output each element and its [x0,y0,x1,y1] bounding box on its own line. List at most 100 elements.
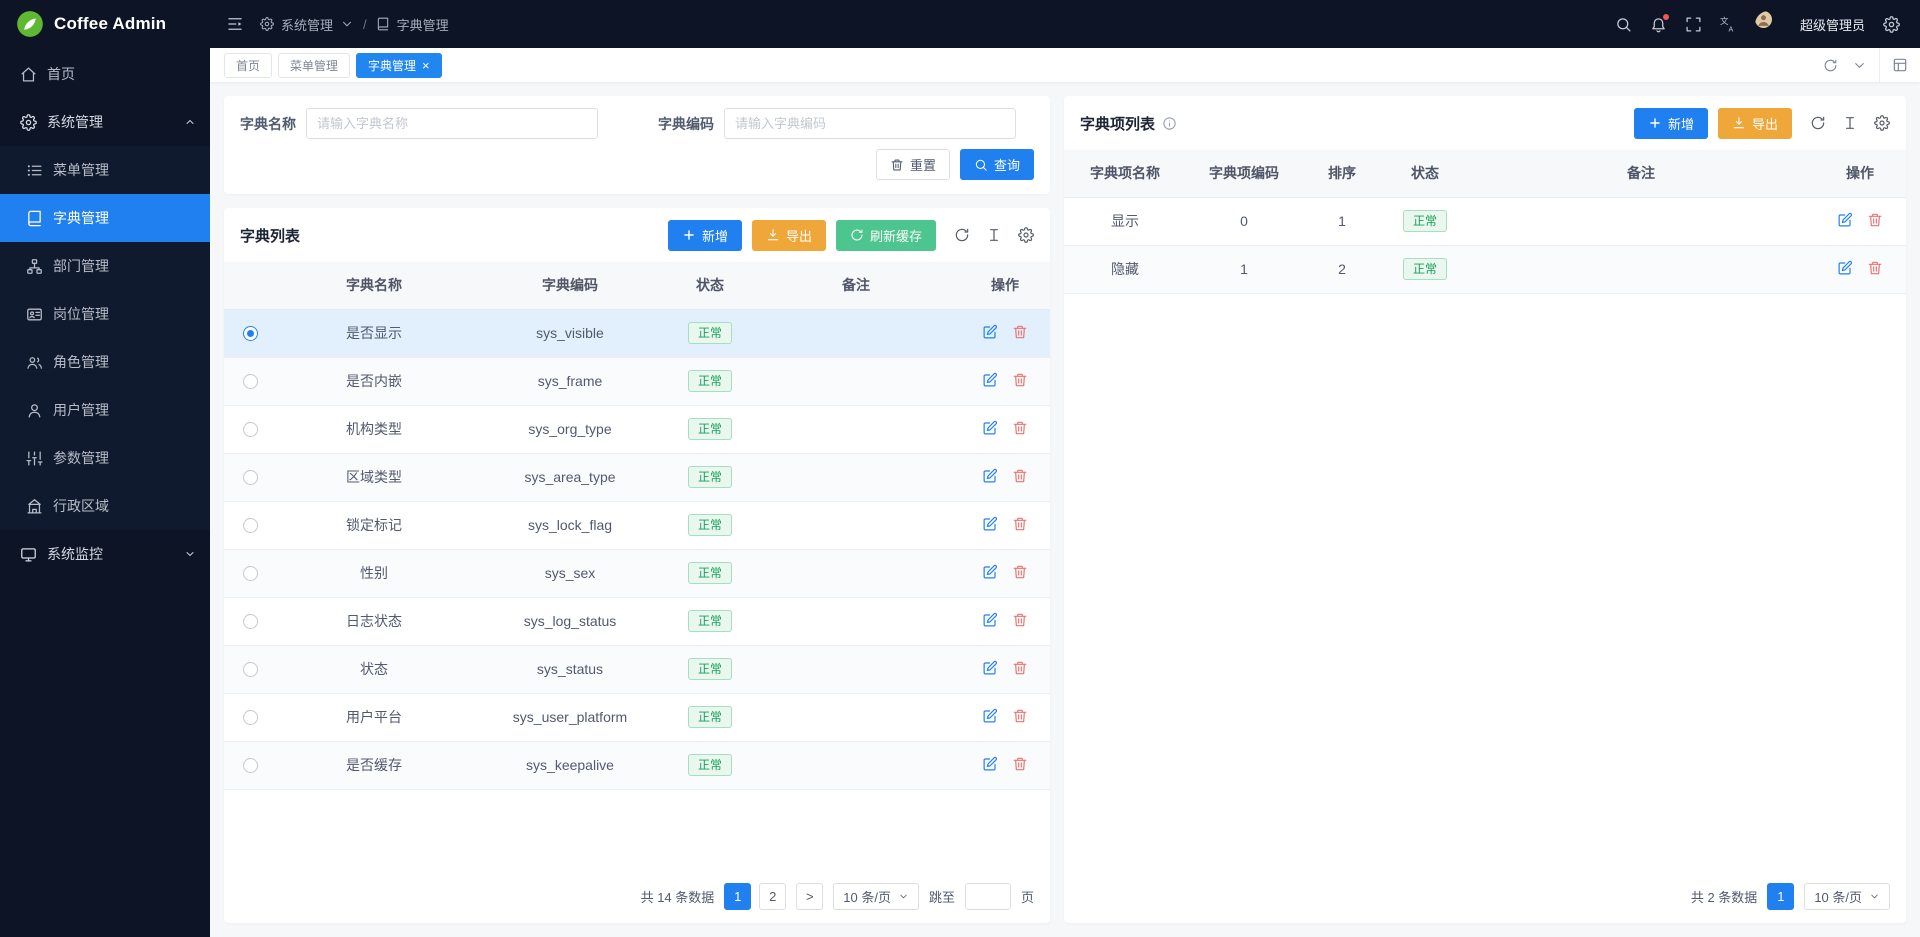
page-button[interactable]: 2 [759,883,786,910]
search-icon[interactable] [1615,16,1632,33]
sidebar-item-role-management[interactable]: 角色管理 [0,338,210,386]
edit-icon[interactable] [1837,212,1853,228]
sidebar-item-param-management[interactable]: 参数管理 [0,434,210,482]
settings-gear-icon[interactable] [1883,16,1900,33]
reset-button[interactable]: 重置 [876,149,950,180]
next-page-button[interactable]: > [796,883,823,910]
dict-code-input[interactable] [724,108,1016,139]
row-radio[interactable] [243,566,258,581]
row-radio[interactable] [243,710,258,725]
edit-icon[interactable] [982,420,998,436]
row-radio[interactable] [243,518,258,533]
delete-icon[interactable] [1012,324,1028,340]
dict-item-row[interactable]: 隐藏12正常 [1064,245,1906,293]
dict-table-row[interactable]: 锁定标记sys_lock_flag正常 [224,501,1050,549]
dict-name-input[interactable] [306,108,598,139]
translate-icon[interactable]: 文A [1720,16,1737,33]
sidebar-item-post-management[interactable]: 岗位管理 [0,290,210,338]
page-button[interactable]: 1 [724,883,751,910]
column-header: 字典编码 [472,262,668,309]
sidebar-item-region-management[interactable]: 行政区域 [0,482,210,530]
dict-table-row[interactable]: 是否缓存sys_keepalive正常 [224,741,1050,789]
delete-icon[interactable] [1012,756,1028,772]
delete-icon[interactable] [1012,420,1028,436]
row-radio[interactable] [243,470,258,485]
delete-icon[interactable] [1012,564,1028,580]
avatar[interactable] [1755,11,1782,38]
sidebar-item-user-management[interactable]: 用户管理 [0,386,210,434]
delete-icon[interactable] [1012,660,1028,676]
tabs-menu-chevron-icon[interactable] [1852,58,1867,73]
row-radio[interactable] [243,614,258,629]
delete-icon[interactable] [1012,516,1028,532]
edit-icon[interactable] [982,372,998,388]
refresh-page-icon[interactable] [1823,58,1838,73]
sidebar-item-home[interactable]: 首页 [0,50,210,98]
dict-table-row[interactable]: 机构类型sys_org_type正常 [224,405,1050,453]
edit-icon[interactable] [982,324,998,340]
sidebar-item-dept-management[interactable]: 部门管理 [0,242,210,290]
column-settings-gear-icon[interactable] [1874,115,1890,131]
search-card: 字典名称 字典编码 重置 [224,96,1050,194]
delete-icon[interactable] [1012,708,1028,724]
edit-icon[interactable] [982,564,998,580]
add-dict-item-button[interactable]: 新增 [1634,108,1708,139]
tab-close-icon[interactable]: × [422,59,430,72]
tab-item[interactable]: 首页 [224,53,272,78]
dict-item-row[interactable]: 显示01正常 [1064,197,1906,245]
edit-icon[interactable] [982,708,998,724]
fullscreen-icon[interactable] [1685,16,1702,33]
delete-icon[interactable] [1012,468,1028,484]
density-icon[interactable] [1842,115,1858,131]
density-icon[interactable] [986,227,1002,243]
delete-icon[interactable] [1012,372,1028,388]
breadcrumb-item-system[interactable]: 系统管理 [281,15,333,34]
sidebar-group-system-monitor[interactable]: 系统监控 [0,530,210,578]
page-jump-input[interactable] [965,883,1011,910]
dict-table-row[interactable]: 状态sys_status正常 [224,645,1050,693]
refresh-table-icon[interactable] [954,227,970,243]
edit-icon[interactable] [982,612,998,628]
row-radio[interactable] [243,422,258,437]
monitor-icon [20,546,37,563]
edit-icon[interactable] [1837,260,1853,276]
row-radio[interactable] [243,662,258,677]
collapse-sidebar-icon[interactable] [226,15,244,33]
sidebar-item-menu-management[interactable]: 菜单管理 [0,146,210,194]
refresh-table-icon[interactable] [1810,115,1826,131]
page-button[interactable]: 1 [1767,883,1794,910]
page-size-select[interactable]: 10 条/页 [1804,883,1890,910]
dict-table-row[interactable]: 区域类型sys_area_type正常 [224,453,1050,501]
dict-table-row[interactable]: 是否显示sys_visible正常 [224,309,1050,357]
delete-icon[interactable] [1867,212,1883,228]
sidebar-item-dict-management[interactable]: 字典管理 [0,194,210,242]
add-dict-button[interactable]: 新增 [668,220,742,251]
layout-toggle-button[interactable] [1879,48,1920,82]
edit-icon[interactable] [982,468,998,484]
edit-icon[interactable] [982,660,998,676]
tab-item[interactable]: 字典管理× [356,53,442,78]
sidebar-group-system-management[interactable]: 系统管理 [0,98,210,146]
delete-icon[interactable] [1867,260,1883,276]
username[interactable]: 超级管理员 [1800,15,1865,34]
dict-table-row[interactable]: 日志状态sys_log_status正常 [224,597,1050,645]
refresh-cache-button[interactable]: 刷新缓存 [836,220,936,251]
dict-table-row[interactable]: 用户平台sys_user_platform正常 [224,693,1050,741]
notifications-bell-icon[interactable] [1650,16,1667,33]
query-button[interactable]: 查询 [960,149,1034,180]
row-radio[interactable] [243,374,258,389]
info-icon[interactable] [1162,116,1177,131]
row-radio[interactable] [243,326,258,341]
export-dict-items-button[interactable]: 导出 [1718,108,1792,139]
row-radio[interactable] [243,758,258,773]
delete-icon[interactable] [1012,612,1028,628]
page-size-select[interactable]: 10 条/页 [833,883,919,910]
dict-table-row[interactable]: 性别sys_sex正常 [224,549,1050,597]
export-dict-button[interactable]: 导出 [752,220,826,251]
tab-item[interactable]: 菜单管理 [278,53,350,78]
edit-icon[interactable] [982,516,998,532]
dict-table-row[interactable]: 是否内嵌sys_frame正常 [224,357,1050,405]
edit-icon[interactable] [982,756,998,772]
logo[interactable]: Coffee Admin [0,0,210,48]
column-settings-gear-icon[interactable] [1018,227,1034,243]
